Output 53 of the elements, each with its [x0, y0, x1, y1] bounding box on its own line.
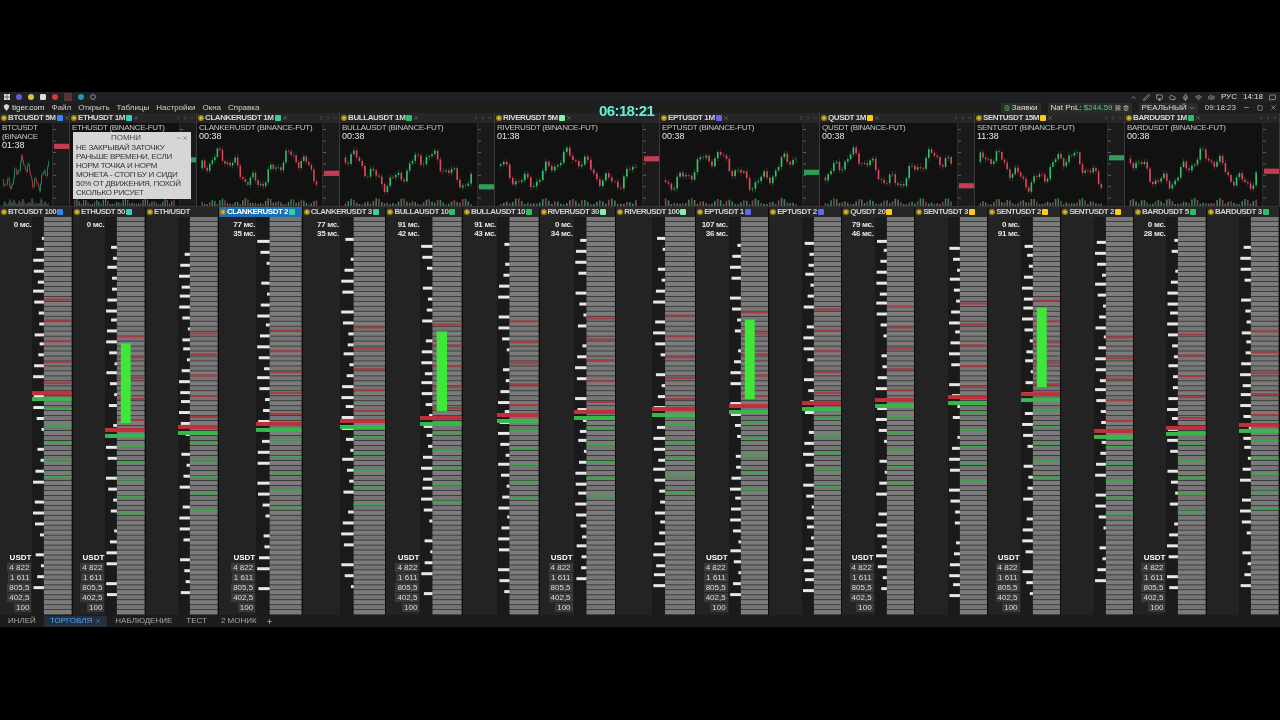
latency-label: 34 мс.: [550, 229, 573, 238]
latency-label: 0 мс.: [554, 220, 573, 229]
currency-label: USDT: [851, 553, 874, 562]
currency-label: USDT: [9, 553, 32, 562]
latency-label: 35 мс.: [317, 229, 339, 238]
latency-label: 0 мс.: [86, 220, 105, 229]
currency-label: USDT: [705, 553, 728, 562]
app-clock: 09:18:23: [1204, 103, 1236, 112]
currency-label: USDT: [233, 553, 256, 562]
currency-label: USDT: [997, 553, 1020, 562]
candle-countdown: 01:38: [497, 132, 520, 141]
candle-countdown: 00:38: [199, 132, 222, 141]
latency-label: 0 мс.: [1147, 220, 1166, 229]
chart-symbol-label: RIVERUSDT (BINANCE-FUT): [497, 123, 599, 132]
latency-label: 79 мс.: [851, 220, 874, 229]
latency-label: 77 мс.: [317, 220, 339, 229]
latency-label: 43 мс.: [474, 229, 496, 238]
latency-label: 91 мс.: [397, 220, 420, 229]
chart-symbol-label: EPTUSDT (BINANCE-FUT): [662, 123, 756, 132]
pnl-label: Nat PnL:: [1050, 103, 1082, 112]
app-logo-text: tiger.com: [12, 103, 45, 112]
candle-countdown: 00:38: [342, 132, 365, 141]
latency-label: 46 мс.: [851, 229, 874, 238]
note-title: ПОМНИ: [109, 133, 143, 142]
candle-countdown: 00:38: [822, 132, 845, 141]
latency-label: 91 мс.: [474, 220, 496, 229]
latency-label: 107 мс.: [701, 220, 728, 229]
latency-label: 0 мс.: [13, 220, 32, 229]
currency-label: USDT: [397, 553, 420, 562]
currency-label: USDT: [1143, 553, 1166, 562]
chart-symbol-label: ETHUSDT (BINANCE-FUT): [72, 123, 166, 132]
candle-countdown: 00:38: [662, 132, 685, 141]
chart-symbol-label: QUSDT (BINANCE-FUT): [822, 123, 907, 132]
latency-label: 36 мс.: [705, 229, 728, 238]
candle-countdown: 11:38: [977, 132, 999, 141]
candle-countdown: 00:38: [1127, 132, 1150, 141]
currency-label: USDT: [550, 553, 573, 562]
latency-label: 91 мс.: [997, 229, 1020, 238]
chart-symbol-label: BARDUSDT (BINANCE-FUT): [1127, 123, 1227, 132]
latency-label: 0 мс.: [1001, 220, 1020, 229]
chart-symbol-label: CLANKERUSDT (BINANCE-FUT): [199, 123, 314, 132]
latency-label: 35 мс.: [233, 229, 256, 238]
currency-label: USDT: [82, 553, 105, 562]
candle-countdown: 01:38: [2, 141, 25, 150]
latency-label: 42 мс.: [397, 229, 420, 238]
chart-symbol-label: BULLAUSDT (BINANCE-FUT): [342, 123, 445, 132]
note-text: НЕ ЗАКРЫВАЙ ЗАТОЧКУ РАНЬШЕ ВРЕМЕНИ, ЕСЛИ НОРМ ТОЧКА И НОРМ МОНЕТА - СТОП БУ И СИДИ 50% ОТ ДВИЖЕНИЯ, ПОХОЙ СКОЛЬКО РИСУЕТ: [76, 143, 182, 197]
chart-symbol-label: SENTUSDT (BINANCE-FUT): [977, 123, 1076, 132]
latency-label: 77 мс.: [233, 220, 256, 229]
clock-overlay: 06:18:21: [599, 103, 655, 118]
pnl-value: $244.59: [1083, 103, 1113, 112]
latency-label: 28 мс.: [1143, 229, 1166, 238]
chart-symbol-label: BTCUSDT (BINANCE: [2, 123, 39, 141]
